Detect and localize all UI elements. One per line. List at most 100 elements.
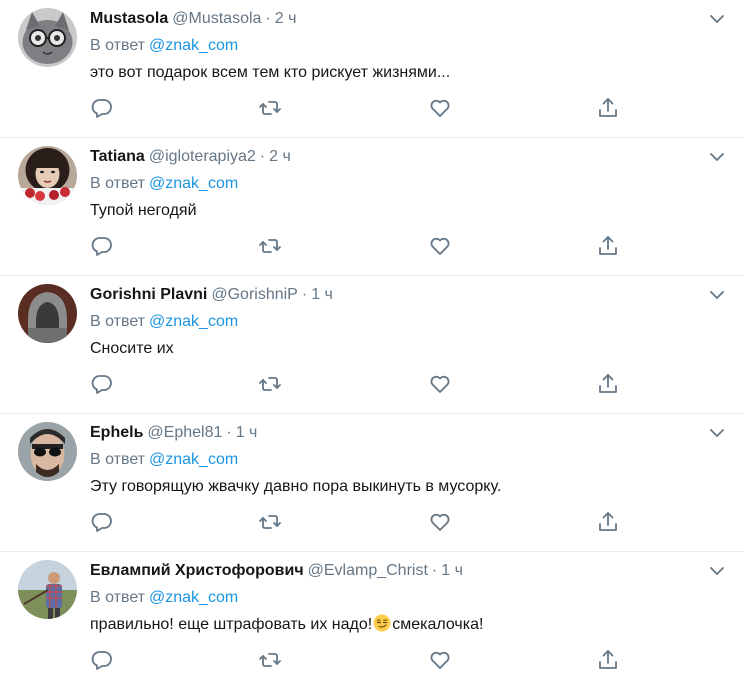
avatar[interactable] bbox=[18, 422, 77, 481]
author-name[interactable]: Mustasola bbox=[90, 10, 168, 27]
like-icon bbox=[430, 375, 450, 393]
author-handle[interactable]: @GorishniP bbox=[211, 286, 298, 303]
retweet-icon bbox=[259, 653, 281, 667]
man-avatar-image bbox=[18, 422, 77, 481]
reply-context: В ответ @znak_com bbox=[90, 173, 238, 195]
like-button[interactable] bbox=[428, 372, 452, 396]
reply-to-link[interactable]: @znak_com bbox=[149, 175, 238, 192]
avatar[interactable] bbox=[18, 8, 77, 67]
share-icon bbox=[599, 650, 617, 669]
tweet-time[interactable]: 2 ч bbox=[269, 148, 291, 165]
reply-to-link[interactable]: @znak_com bbox=[149, 313, 238, 330]
reply-prefix: В ответ bbox=[90, 37, 146, 54]
retweet-icon bbox=[259, 377, 281, 391]
share-button[interactable] bbox=[596, 234, 620, 258]
reply-button[interactable] bbox=[90, 510, 114, 534]
tweet-actions bbox=[90, 234, 630, 258]
retweet-button[interactable] bbox=[258, 510, 282, 534]
retweet-button[interactable] bbox=[258, 234, 282, 258]
author-handle[interactable]: @igloterapiya2 bbox=[149, 148, 256, 165]
retweet-button[interactable] bbox=[258, 372, 282, 396]
share-button[interactable] bbox=[596, 510, 620, 534]
tweet[interactable]: Tatiana @igloterapiya2 · 2 ч В ответ @znak_c… bbox=[0, 138, 744, 276]
retweet-icon bbox=[259, 101, 281, 115]
reply-prefix: В ответ bbox=[90, 451, 146, 468]
author-name[interactable]: Ephelь bbox=[90, 424, 143, 441]
chevron-down-icon[interactable] bbox=[708, 564, 726, 578]
reply-context: В ответ @znak_com bbox=[90, 587, 238, 609]
tweet-time[interactable]: 1 ч bbox=[441, 562, 463, 579]
like-icon bbox=[430, 237, 450, 255]
separator-dot: · bbox=[226, 424, 232, 441]
share-icon bbox=[599, 236, 617, 255]
reply-prefix: В ответ bbox=[90, 589, 146, 606]
tweet-text: Эту говорящую жвачку давно пора выкинуть… bbox=[90, 478, 502, 495]
avatar[interactable] bbox=[18, 284, 77, 343]
reply-icon bbox=[91, 237, 112, 256]
reply-to-link[interactable]: @znak_com bbox=[149, 451, 238, 468]
author-handle[interactable]: @Mustasola bbox=[172, 10, 261, 27]
reply-button[interactable] bbox=[90, 648, 114, 672]
reply-button[interactable] bbox=[90, 372, 114, 396]
tweet[interactable]: Евлампий Христофорович @Evlamp_Christ · 1 ч… bbox=[0, 552, 744, 690]
author-name[interactable]: Евлампий Христофорович bbox=[90, 562, 304, 579]
tweet[interactable]: Gorishni Plavni @GorishniP · 1 ч В ответ @zn… bbox=[0, 276, 744, 414]
share-icon bbox=[599, 98, 617, 117]
like-icon bbox=[430, 651, 450, 669]
tweet-time[interactable]: 1 ч bbox=[236, 424, 258, 441]
separator-dot: · bbox=[431, 562, 438, 579]
reply-button[interactable] bbox=[90, 96, 114, 120]
share-icon bbox=[599, 512, 617, 531]
tweet-time[interactable]: 1 ч bbox=[311, 286, 333, 303]
share-icon bbox=[599, 374, 617, 393]
avatar[interactable] bbox=[18, 560, 77, 619]
reply-button[interactable] bbox=[90, 234, 114, 258]
woman-avatar-image bbox=[18, 146, 77, 205]
reply-context: В ответ @znak_com bbox=[90, 311, 238, 333]
author-name[interactable]: Tatiana bbox=[90, 148, 145, 165]
tweet-header: Mustasola @Mustasola · 2 ч bbox=[90, 8, 296, 30]
tweet-actions bbox=[90, 372, 630, 396]
author-name[interactable]: Gorishni Plavni bbox=[90, 286, 207, 303]
tweet-actions bbox=[90, 96, 630, 120]
chevron-down-icon[interactable] bbox=[708, 12, 726, 26]
share-button[interactable] bbox=[596, 648, 620, 672]
chevron-down-icon[interactable] bbox=[708, 426, 726, 440]
reply-to-link[interactable]: @znak_com bbox=[149, 37, 238, 54]
tweet-text: это вот подарок всем тем кто рискует жиз… bbox=[90, 64, 451, 81]
like-button[interactable] bbox=[428, 510, 452, 534]
like-button[interactable] bbox=[428, 234, 452, 258]
tweet-text-part: правильно! еще штрафовать их надо! bbox=[90, 616, 373, 633]
share-button[interactable] bbox=[596, 372, 620, 396]
chevron-down-icon[interactable] bbox=[708, 288, 726, 302]
reply-icon bbox=[91, 99, 112, 118]
hooded-figure-avatar-image bbox=[18, 284, 77, 343]
tweet-header: Ephelь @Ephel81 · 1 ч bbox=[90, 422, 257, 444]
like-button[interactable] bbox=[428, 648, 452, 672]
tweet-text: правильно! еще штрафовать их надо! смекал… bbox=[90, 614, 483, 636]
author-handle[interactable]: @Ephel81 bbox=[147, 424, 222, 441]
reply-context: В ответ @znak_com bbox=[90, 35, 238, 57]
tweet-text-part: смекалочка! bbox=[392, 616, 484, 633]
tweet-time[interactable]: 2 ч bbox=[275, 10, 297, 27]
chevron-down-icon[interactable] bbox=[708, 150, 726, 164]
separator-dot: · bbox=[259, 148, 266, 165]
like-button[interactable] bbox=[428, 96, 452, 120]
share-button[interactable] bbox=[596, 96, 620, 120]
retweet-button[interactable] bbox=[258, 96, 282, 120]
tweet-header: Gorishni Plavni @GorishniP · 1 ч bbox=[90, 284, 333, 306]
tweet[interactable]: Mustasola @Mustasola · 2 ч В ответ @znak_com… bbox=[0, 0, 744, 138]
man-in-field-avatar-image bbox=[18, 560, 77, 619]
reply-context: В ответ @znak_com bbox=[90, 449, 238, 471]
retweet-button[interactable] bbox=[258, 648, 282, 672]
tweet-actions bbox=[90, 648, 630, 672]
tweet-text: Тупой негодяй bbox=[90, 202, 197, 219]
retweet-icon bbox=[259, 515, 281, 529]
reply-to-link[interactable]: @znak_com bbox=[149, 589, 238, 606]
tweet-actions bbox=[90, 510, 630, 534]
avatar[interactable] bbox=[18, 146, 77, 205]
like-icon bbox=[430, 99, 450, 117]
tweet[interactable]: Ephelь @Ephel81 · 1 ч В ответ @znak_com Эту … bbox=[0, 414, 744, 552]
author-handle[interactable]: @Evlamp_Christ bbox=[308, 562, 428, 579]
tweet-text: Сносите их bbox=[90, 340, 174, 357]
